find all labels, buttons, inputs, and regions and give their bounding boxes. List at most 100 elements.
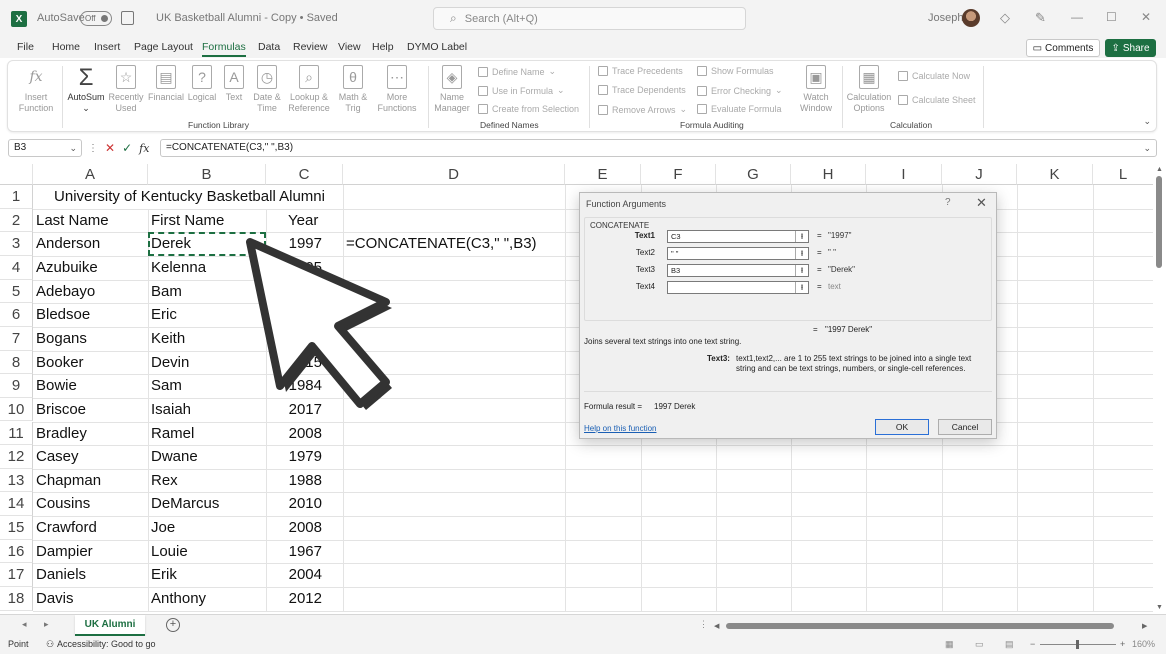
cell-year[interactable]: [266, 327, 343, 351]
cell-last-name[interactable]: Briscoe: [33, 398, 148, 422]
header-last-name[interactable]: Last Name: [33, 209, 148, 233]
recently-used-button[interactable]: ☆ Recently Used: [108, 65, 144, 114]
cell-last-name[interactable]: Adebayo: [33, 280, 148, 304]
cancel-button[interactable]: Cancel: [938, 419, 992, 435]
normal-view-icon[interactable]: ▦: [945, 639, 954, 650]
page-layout-view-icon[interactable]: ▭: [975, 639, 984, 650]
avatar[interactable]: [962, 9, 980, 27]
row-header-10[interactable]: 10: [0, 397, 33, 422]
cell-last-name[interactable]: Daniels: [33, 563, 148, 587]
cell-first-name[interactable]: Devin: [148, 351, 266, 375]
evaluate-formula-button[interactable]: Evaluate Formula: [697, 104, 782, 114]
row-header-11[interactable]: 11: [0, 421, 33, 446]
cell-last-name[interactable]: Anderson: [33, 232, 148, 256]
lookup-reference-button[interactable]: ⌕ Lookup & Reference: [286, 65, 332, 114]
cell-year[interactable]: 1997: [266, 232, 343, 256]
row-header-12[interactable]: 12: [0, 445, 33, 469]
row-header-8[interactable]: 8: [0, 350, 33, 375]
cell-year[interactable]: [266, 303, 343, 327]
row-header-5[interactable]: 5: [0, 279, 33, 304]
scroll-left-icon[interactable]: ◀: [714, 622, 719, 630]
cell-year[interactable]: 2008: [266, 516, 343, 540]
row-header-3[interactable]: 3: [0, 232, 33, 256]
accessibility-status[interactable]: Accessibility: Good to go: [57, 639, 156, 649]
horizontal-scrollbar[interactable]: ◀ ▶: [714, 620, 1150, 632]
column-header-a[interactable]: A: [33, 164, 148, 185]
zoom-out-icon[interactable]: −: [1030, 639, 1035, 649]
define-name-button[interactable]: Define Name ⌄: [478, 66, 556, 77]
tab-file[interactable]: File: [17, 41, 34, 53]
cell-first-name[interactable]: Joe: [148, 516, 266, 540]
enter-check-icon[interactable]: ✓: [122, 141, 132, 155]
help-icon[interactable]: ?: [945, 197, 951, 208]
vertical-scrollbar[interactable]: ▲ ▼: [1153, 164, 1166, 616]
cell-last-name[interactable]: Davis: [33, 587, 148, 611]
column-header-h[interactable]: H: [791, 164, 866, 185]
show-formulas-button[interactable]: Show Formulas: [697, 66, 774, 76]
date-time-button[interactable]: ◷ Date & Time: [250, 65, 284, 114]
ok-button[interactable]: OK: [875, 419, 929, 435]
zoom-in-icon[interactable]: +: [1120, 639, 1125, 649]
close-window-icon[interactable]: ✕: [1141, 10, 1151, 24]
cell-year[interactable]: 1979: [266, 445, 343, 469]
column-header-g[interactable]: G: [716, 164, 791, 185]
cell-year[interactable]: 2004: [266, 563, 343, 587]
calculation-options-button[interactable]: ▦ Calculation Options: [846, 65, 892, 114]
calculate-now-button[interactable]: Calculate Now: [898, 71, 970, 81]
cell-last-name[interactable]: Casey: [33, 445, 148, 469]
cell-year[interactable]: 2015: [266, 351, 343, 375]
cell-first-name[interactable]: Bam: [148, 280, 266, 304]
column-header-l[interactable]: L: [1093, 164, 1154, 185]
document-title[interactable]: UK Basketball Alumni - Copy • Saved: [156, 12, 338, 24]
diamond-icon[interactable]: ◇: [1000, 10, 1010, 26]
comments-button[interactable]: ▭ Comments: [1026, 39, 1100, 57]
close-icon[interactable]: ✕: [976, 195, 987, 211]
user-name[interactable]: Joseph: [928, 12, 963, 24]
page-break-view-icon[interactable]: ▤: [1005, 639, 1014, 650]
cell-year[interactable]: 2010: [266, 492, 343, 516]
scroll-right-icon[interactable]: ▶: [1142, 622, 1147, 630]
tab-insert[interactable]: Insert: [94, 41, 120, 53]
row-header-9[interactable]: 9: [0, 374, 33, 398]
horizontal-scroll-thumb[interactable]: [726, 623, 1114, 629]
sheet-title-cell[interactable]: University of Kentucky Basketball Alumni: [33, 185, 343, 209]
cell-first-name[interactable]: DeMarcus: [148, 492, 266, 516]
sheet-tab-uk-alumni[interactable]: UK Alumni: [75, 615, 145, 636]
cell-last-name[interactable]: Bowie: [33, 374, 148, 398]
insert-function-button[interactable]: fx Insert Function: [14, 65, 58, 114]
row-header-16[interactable]: 16: [0, 539, 33, 564]
arg-input-text2[interactable]: " " ⭱: [667, 247, 809, 260]
zoom-level[interactable]: 160%: [1132, 639, 1155, 649]
cell-first-name[interactable]: Ramel: [148, 422, 266, 446]
cell-first-name[interactable]: Erik: [148, 563, 266, 587]
cell-last-name[interactable]: Bledsoe: [33, 303, 148, 327]
minimize-icon[interactable]: —: [1071, 10, 1083, 24]
collapse-dialog-icon[interactable]: ⭱: [795, 265, 808, 276]
help-on-function-link[interactable]: Help on this function: [584, 424, 657, 433]
formula-input[interactable]: =CONCATENATE(C3," ",B3) ⌄: [160, 139, 1157, 157]
cell-d3-formula[interactable]: =CONCATENATE(C3," ",B3): [343, 232, 583, 256]
header-year[interactable]: Year: [266, 209, 343, 233]
tab-view[interactable]: View: [338, 41, 361, 53]
row-header-1[interactable]: 1: [0, 185, 33, 209]
cell-year[interactable]: 1984: [266, 374, 343, 398]
cell-first-name[interactable]: Keith: [148, 327, 266, 351]
row-header-4[interactable]: 4: [0, 255, 33, 280]
cell-year[interactable]: 1988: [266, 469, 343, 493]
share-button[interactable]: ⇪ Share: [1105, 39, 1156, 57]
cell-first-name[interactable]: Dwane: [148, 445, 266, 469]
row-header-14[interactable]: 14: [0, 492, 33, 517]
cell-first-name[interactable]: Kelenna: [148, 256, 266, 280]
tab-dymo-label[interactable]: DYMO Label: [407, 41, 467, 53]
autosave-toggle[interactable]: Off: [80, 11, 112, 26]
row-header-7[interactable]: 7: [0, 326, 33, 351]
more-functions-button[interactable]: ⋯ More Functions: [374, 65, 420, 114]
cell-year[interactable]: 2017: [266, 398, 343, 422]
tab-formulas[interactable]: Formulas: [202, 41, 246, 57]
calculate-sheet-button[interactable]: Calculate Sheet: [898, 95, 976, 105]
math-trig-button[interactable]: θ Math & Trig: [336, 65, 370, 114]
add-sheet-button[interactable]: +: [166, 618, 180, 632]
collapse-dialog-icon[interactable]: ⭱: [795, 282, 808, 293]
cell-last-name[interactable]: Bogans: [33, 327, 148, 351]
scroll-down-icon[interactable]: ▼: [1156, 604, 1163, 611]
